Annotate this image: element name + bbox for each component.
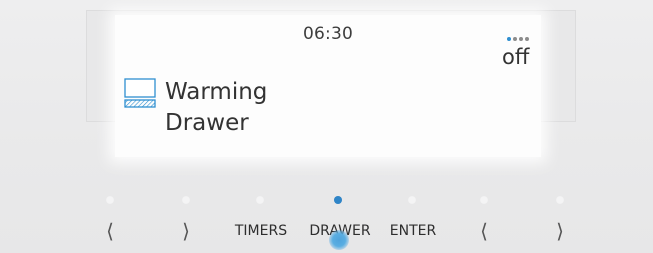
chevron-left-icon[interactable]: ⟨	[474, 218, 494, 244]
status-dot	[519, 37, 523, 41]
touch-indicator-icon	[329, 230, 349, 250]
indicator-led-right2	[556, 196, 564, 204]
indicator-led-left1	[106, 196, 114, 204]
status-dots-icon	[507, 37, 529, 41]
control-panel: 06:30 off Warming Drawer ⟨ ⟩ TIMERS ENTE…	[0, 0, 653, 253]
timers-button[interactable]: TIMERS	[230, 218, 292, 244]
chevron-left-icon[interactable]: ⟨	[100, 218, 120, 244]
indicator-led-enter	[408, 196, 416, 204]
indicator-led-timers	[256, 196, 264, 204]
status-text: off	[502, 45, 530, 69]
program-name-line2: Drawer	[165, 110, 249, 136]
status-dot-active	[507, 37, 511, 41]
indicator-led-right1	[182, 196, 190, 204]
indicator-led-left2	[480, 196, 488, 204]
display-screen: 06:30 off Warming Drawer	[115, 15, 541, 157]
chevron-right-icon[interactable]: ⟩	[176, 218, 196, 244]
status-dot	[525, 37, 529, 41]
warming-drawer-icon	[124, 78, 156, 108]
enter-button[interactable]: ENTER	[386, 218, 440, 244]
program-name: Warming Drawer	[165, 77, 267, 139]
indicator-led-drawer	[334, 196, 342, 204]
program-name-line1: Warming	[165, 79, 268, 105]
status-dot	[513, 37, 517, 41]
clock-time: 06:30	[303, 24, 353, 44]
chevron-right-icon[interactable]: ⟩	[550, 218, 570, 244]
